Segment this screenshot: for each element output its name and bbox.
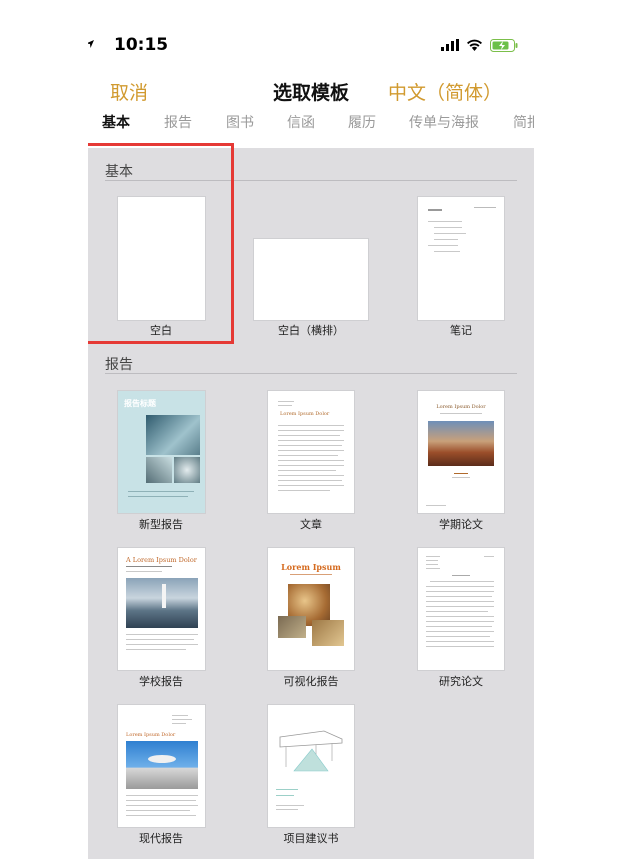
template-blank-landscape-label: 空白（横排） <box>278 324 344 337</box>
tab-report[interactable]: 报告 <box>164 112 192 132</box>
template-project-proposal-label: 项目建议书 <box>283 832 339 845</box>
tab-presentations[interactable]: 简报 <box>513 112 534 132</box>
status-time: 10:15 <box>114 35 169 55</box>
template-school-report-label: 学校报告 <box>139 675 183 688</box>
template-modern-report-label: 现代报告 <box>139 832 183 845</box>
tab-resume[interactable]: 履历 <box>348 112 376 132</box>
language-button[interactable]: 中文（简体） <box>388 78 502 105</box>
thumb-photo <box>126 741 198 789</box>
thumb-heading: Lorem Ipsum Dolor <box>436 404 486 410</box>
thumb-photo <box>146 415 200 455</box>
tab-letters[interactable]: 信函 <box>287 112 315 132</box>
template-visual-report-label: 可视化报告 <box>283 675 339 688</box>
template-essay-thumbnail[interactable]: Lorem Ipsum Dolor <box>268 391 354 513</box>
template-school-report-thumbnail[interactable]: A Lorem Ipsum Dolor <box>118 548 205 670</box>
template-modern-report-thumbnail[interactable]: Lorem Ipsum Dolor <box>118 705 205 827</box>
location-arrow-icon <box>88 40 94 48</box>
template-research-paper-label: 研究论文 <box>439 675 483 688</box>
thumb-heading: Lorem Ipsum Dolor <box>126 732 176 738</box>
thumb-photo <box>312 620 344 646</box>
architecture-sketch-icon <box>279 730 343 772</box>
template-term-paper-thumbnail[interactable]: Lorem Ipsum Dolor <box>418 391 504 513</box>
status-icons <box>88 37 518 53</box>
template-essay-label: 文章 <box>300 518 322 531</box>
template-new-report-thumbnail[interactable]: 报告标题 <box>118 391 205 513</box>
template-notes-thumbnail[interactable] <box>418 197 504 320</box>
template-term-paper-label: 学期论文 <box>439 518 483 531</box>
thumb-photo <box>428 421 494 466</box>
template-new-report-label: 新型报告 <box>139 518 183 531</box>
thumb-heading: A Lorem Ipsum Dolor <box>126 556 197 564</box>
highlight-box <box>88 143 234 344</box>
thumb-photo <box>276 717 346 773</box>
category-tabs: 基本 报告 图书 信函 履历 传单与海报 简报 <box>88 112 534 140</box>
tab-flyers-posters[interactable]: 传单与海报 <box>409 112 479 132</box>
template-blank-landscape-thumbnail[interactable] <box>254 239 368 320</box>
section-divider <box>105 373 517 374</box>
thumb-photo <box>174 457 200 483</box>
template-visual-report-thumbnail[interactable]: Lorem Ipsum <box>268 548 354 670</box>
template-research-paper-thumbnail[interactable] <box>418 548 504 670</box>
template-project-proposal-thumbnail[interactable] <box>268 705 354 827</box>
thumb-report-title: 报告标题 <box>124 399 156 408</box>
battery-charging-icon <box>490 38 518 52</box>
section-title-report: 报告 <box>105 357 133 373</box>
template-notes-label: 笔记 <box>450 324 472 337</box>
thumb-heading: Lorem Ipsum <box>281 562 341 572</box>
thumb-heading: Lorem Ipsum Dolor <box>280 411 330 417</box>
thumb-photo <box>278 616 306 638</box>
signal-icon <box>441 39 459 51</box>
thumb-photo <box>148 755 176 763</box>
top-bar: 10:15 取消 选取模板 中文（简体） 基本 报告 图书 信函 履历 传单与海… <box>88 18 534 148</box>
thumb-photo <box>146 457 172 483</box>
thumb-photo <box>162 584 166 608</box>
tab-basic[interactable]: 基本 <box>102 112 130 132</box>
wifi-icon <box>467 39 482 51</box>
tab-books[interactable]: 图书 <box>226 112 254 132</box>
phone-screen: 10:15 取消 选取模板 中文（简体） 基本 报告 图书 信函 履历 传单与海… <box>88 18 534 859</box>
